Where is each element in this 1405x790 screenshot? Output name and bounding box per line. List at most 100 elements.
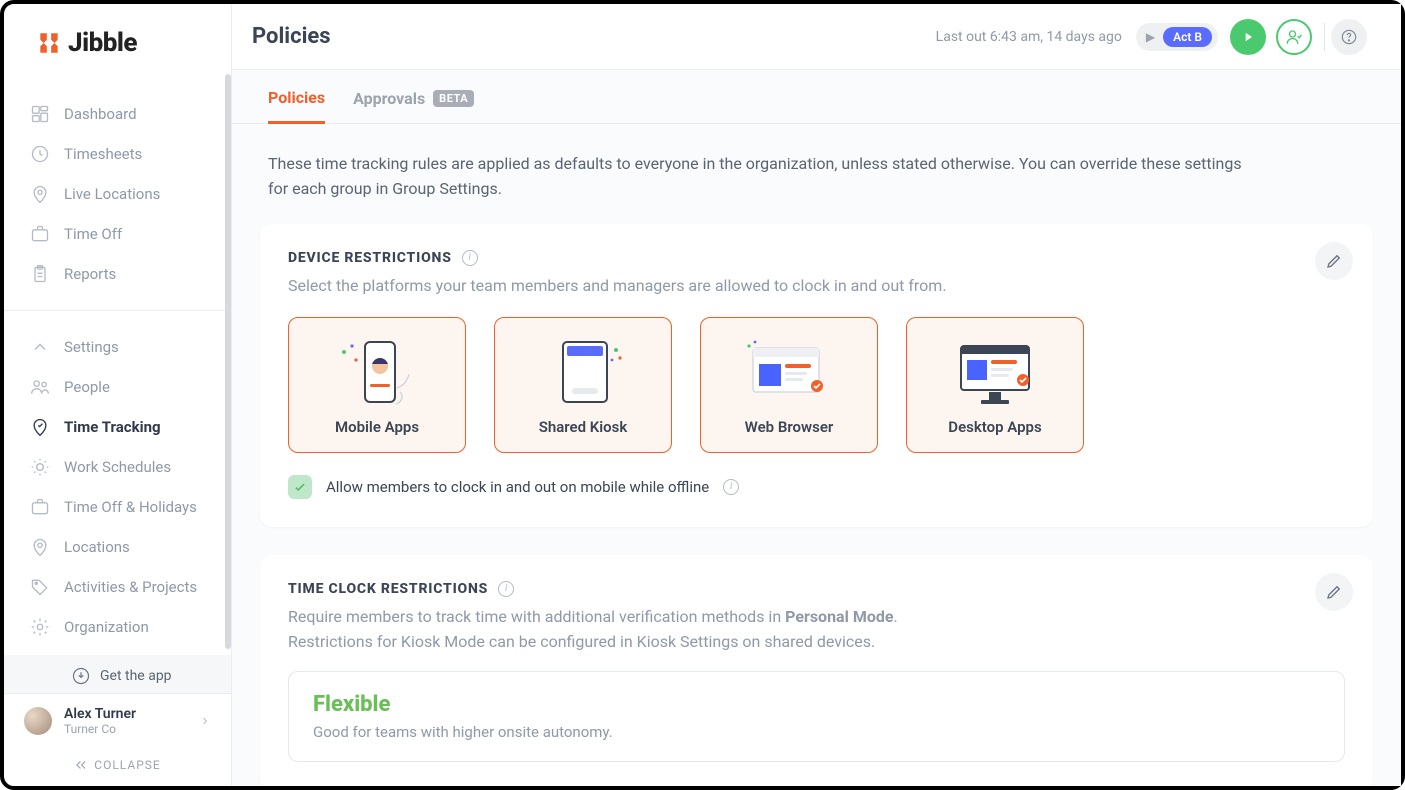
- sidebar-item-time-tracking[interactable]: Time Tracking: [4, 407, 231, 447]
- sidebar: Jibble Dashboard Timesheets Live Locations…: [4, 4, 232, 786]
- collapse-label: COLLAPSE: [94, 758, 160, 772]
- info-icon[interactable]: i: [723, 479, 739, 495]
- mobile-icon: [299, 334, 455, 412]
- platform-desktop-label: Desktop Apps: [917, 418, 1073, 436]
- activity-pill[interactable]: ▶ Act B: [1136, 23, 1218, 51]
- sidebar-item-label: Reports: [64, 265, 116, 283]
- logo[interactable]: Jibble: [4, 4, 231, 82]
- platform-kiosk-label: Shared Kiosk: [505, 418, 661, 436]
- tab-policies[interactable]: Policies: [268, 88, 325, 124]
- sidebar-item-activities-projects[interactable]: Activities & Projects: [4, 567, 231, 607]
- header-divider: [1324, 23, 1325, 51]
- chevron-right-icon: [199, 715, 211, 727]
- clock-icon: [30, 144, 50, 164]
- tag-icon: [30, 577, 50, 597]
- sidebar-item-label: Work Schedules: [64, 458, 171, 476]
- profile-name: Alex Turner: [64, 706, 187, 722]
- get-the-app[interactable]: Get the app: [4, 655, 231, 693]
- sidebar-item-organization[interactable]: Organization: [4, 607, 231, 647]
- help-button[interactable]: [1331, 19, 1367, 55]
- user-status-button[interactable]: [1276, 19, 1312, 55]
- profile-org: Turner Co: [64, 722, 187, 736]
- mode-desc: Good for teams with higher onsite autono…: [313, 723, 1320, 741]
- intro-text: These time tracking rules are applied as…: [268, 152, 1248, 202]
- sidebar-item-label: Time Off & Holidays: [64, 498, 197, 516]
- device-restrictions-sub: Select the platforms your team members a…: [288, 276, 1345, 295]
- nav-divider: [4, 310, 231, 311]
- mode-flexible[interactable]: Flexible Good for teams with higher onsi…: [288, 671, 1345, 762]
- sidebar-item-label: Organization: [64, 618, 149, 636]
- platform-list: Mobile Apps Shared Kiosk: [288, 317, 1345, 453]
- collapse-button[interactable]: COLLAPSE: [4, 748, 231, 786]
- last-out-text: Last out 6:43 am, 14 days ago: [936, 29, 1122, 45]
- activity-badge: Act B: [1163, 27, 1212, 47]
- tabs: Policies Approvals BETA: [232, 70, 1401, 124]
- dashboard-icon: [30, 104, 50, 124]
- sidebar-item-work-schedules[interactable]: Work Schedules: [4, 447, 231, 487]
- edit-clock-button[interactable]: [1315, 573, 1353, 611]
- desktop-icon: [917, 334, 1073, 412]
- play-small-icon: ▶: [1146, 30, 1155, 44]
- tracking-icon: [30, 417, 50, 437]
- collapse-icon: [74, 758, 88, 772]
- time-clock-card: TIME CLOCK RESTRICTIONS i Require member…: [260, 555, 1373, 786]
- offline-row: Allow members to clock in and out on mob…: [288, 475, 1345, 499]
- time-clock-title: TIME CLOCK RESTRICTIONS: [288, 581, 488, 597]
- gear-icon: [30, 617, 50, 637]
- sidebar-scrollbar[interactable]: [225, 74, 231, 649]
- sidebar-item-label: Settings: [64, 338, 119, 356]
- platform-kiosk[interactable]: Shared Kiosk: [494, 317, 672, 453]
- time-clock-sub: Require members to track time with addit…: [288, 607, 1345, 626]
- tab-approvals[interactable]: Approvals BETA: [353, 88, 474, 123]
- tab-policies-label: Policies: [268, 88, 325, 107]
- clipboard-icon: [30, 264, 50, 284]
- sidebar-item-label: Time Off: [64, 225, 122, 243]
- logo-icon: [36, 30, 62, 56]
- platform-browser[interactable]: Web Browser: [700, 317, 878, 453]
- platform-browser-label: Web Browser: [711, 418, 867, 436]
- schedule-icon: [30, 457, 50, 477]
- profile[interactable]: Alex Turner Turner Co: [4, 693, 231, 748]
- page-title: Policies: [252, 24, 331, 49]
- device-restrictions-title: DEVICE RESTRICTIONS: [288, 250, 452, 266]
- clock-in-button[interactable]: [1230, 19, 1266, 55]
- tab-approvals-label: Approvals: [353, 89, 425, 108]
- platform-mobile[interactable]: Mobile Apps: [288, 317, 466, 453]
- avatar: [24, 707, 52, 735]
- kiosk-icon: [505, 334, 661, 412]
- content: These time tracking rules are applied as…: [232, 124, 1401, 786]
- sidebar-item-time-off[interactable]: Time Off: [4, 214, 231, 254]
- info-icon[interactable]: i: [462, 250, 478, 266]
- device-restrictions-card: DEVICE RESTRICTIONS i Select the platfor…: [260, 224, 1373, 527]
- people-icon: [30, 377, 50, 397]
- sidebar-item-people[interactable]: People: [4, 367, 231, 407]
- sidebar-item-reports[interactable]: Reports: [4, 254, 231, 294]
- briefcase-icon: [30, 497, 50, 517]
- beta-badge: BETA: [433, 90, 474, 107]
- sidebar-item-time-off-holidays[interactable]: Time Off & Holidays: [4, 487, 231, 527]
- platform-mobile-label: Mobile Apps: [299, 418, 455, 436]
- briefcase-icon: [30, 224, 50, 244]
- offline-checkbox[interactable]: [288, 475, 312, 499]
- sidebar-item-label: Dashboard: [64, 105, 137, 123]
- sidebar-item-label: Live Locations: [64, 185, 160, 203]
- sidebar-item-live-locations[interactable]: Live Locations: [4, 174, 231, 214]
- offline-label: Allow members to clock in and out on mob…: [326, 478, 709, 496]
- sidebar-item-locations[interactable]: Locations: [4, 527, 231, 567]
- get-the-app-label: Get the app: [100, 668, 172, 684]
- main: Policies Last out 6:43 am, 14 days ago ▶…: [232, 4, 1401, 786]
- sidebar-item-label: Timesheets: [64, 145, 142, 163]
- pin-icon: [30, 537, 50, 557]
- sidebar-item-dashboard[interactable]: Dashboard: [4, 94, 231, 134]
- header: Policies Last out 6:43 am, 14 days ago ▶…: [232, 4, 1401, 70]
- sidebar-item-timesheets[interactable]: Timesheets: [4, 134, 231, 174]
- platform-desktop[interactable]: Desktop Apps: [906, 317, 1084, 453]
- sidebar-item-settings[interactable]: Settings: [4, 327, 231, 367]
- chevron-up-icon: [30, 337, 50, 357]
- sidebar-item-label: Activities & Projects: [64, 578, 197, 596]
- time-clock-sub2: Restrictions for Kiosk Mode can be confi…: [288, 632, 1345, 651]
- info-icon[interactable]: i: [498, 581, 514, 597]
- mode-title: Flexible: [313, 692, 1320, 717]
- browser-icon: [711, 334, 867, 412]
- edit-device-button[interactable]: [1315, 242, 1353, 280]
